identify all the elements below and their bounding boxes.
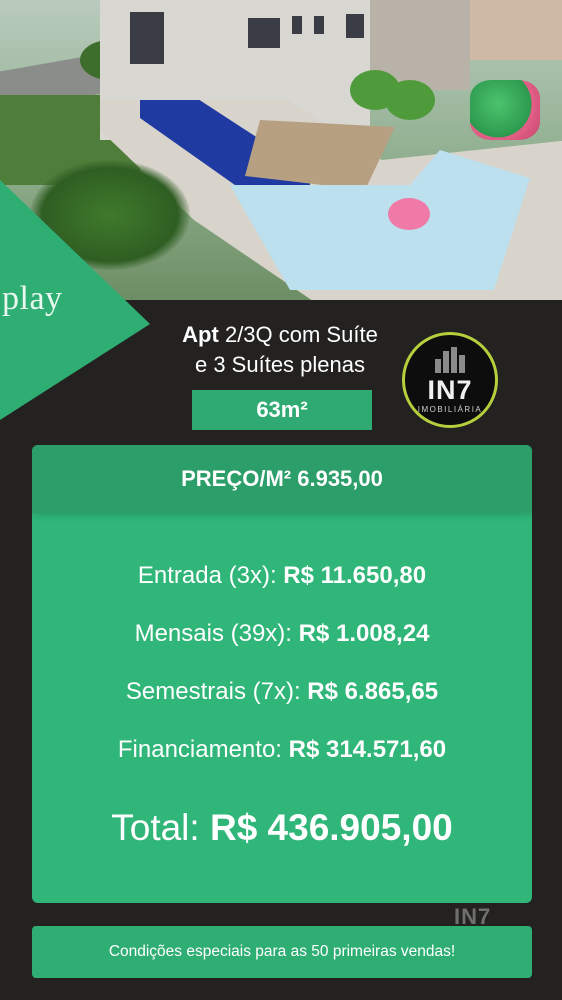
headline-bold: Apt: [182, 322, 219, 347]
brand-logo: play: [2, 280, 63, 317]
palm-tree: [385, 80, 435, 120]
total-label: Total:: [111, 807, 200, 848]
in7-logo: IN7 IMOBILIÁRIA: [402, 332, 498, 428]
headline-line1: 2/3Q com Suíte: [224, 322, 378, 347]
row-label: Entrada (3x):: [137, 562, 277, 589]
headline-line2: e 3 Suítes plenas: [194, 352, 365, 377]
flamingo-float: [388, 198, 430, 230]
price-per-m2: PREÇO/M² 6.935,00: [32, 445, 532, 513]
row-total: Total: R$ 436.905,00: [32, 807, 532, 849]
row-label: Financiamento:: [117, 736, 282, 763]
footer-promo: Condições especiais para as 50 primeiras…: [32, 926, 532, 978]
row-value: R$ 11.650,80: [283, 562, 427, 589]
row-financiamento: Financiamento: R$ 314.571,60: [32, 736, 532, 764]
row-semestrais: Semestrais (7x): R$ 6.865,65: [32, 678, 532, 706]
row-label: Semestrais (7x):: [125, 678, 301, 705]
unit-headline: Apt 2/3Q com Suíte e 3 Suítes plenas: [130, 320, 430, 380]
building-bars-icon: [435, 347, 471, 373]
row-entrada: Entrada (3x): R$ 11.650,80: [32, 562, 532, 590]
row-value: R$ 6.865,65: [307, 678, 439, 705]
price-card: PREÇO/M² 6.935,00 Entrada (3x): R$ 11.65…: [32, 445, 532, 903]
hero-render-image: [0, 0, 562, 300]
row-mensais: Mensais (39x): R$ 1.008,24: [32, 620, 532, 648]
row-label: Mensais (39x):: [134, 620, 292, 647]
total-value: R$ 436.905,00: [209, 807, 453, 848]
in7-logo-sub: IMOBILIÁRIA: [417, 405, 483, 414]
row-value: R$ 1.008,24: [298, 620, 430, 647]
row-value: R$ 314.571,60: [288, 736, 447, 763]
in7-logo-word: IN7: [427, 375, 473, 405]
playground: [470, 80, 540, 140]
background-building: [460, 0, 562, 60]
area-badge: 63m²: [192, 390, 372, 430]
